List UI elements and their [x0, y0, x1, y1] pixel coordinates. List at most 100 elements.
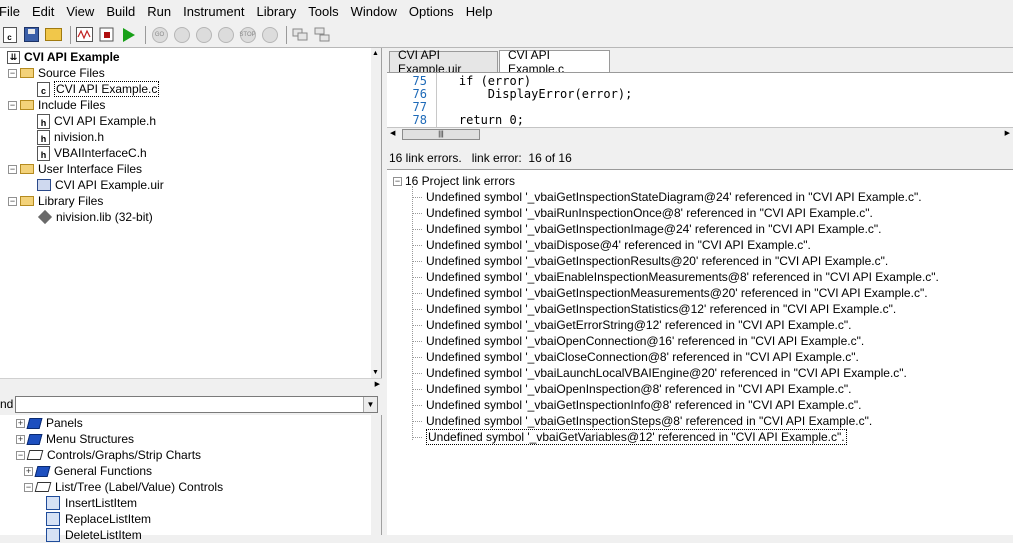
menu-instrument[interactable]: Instrument	[173, 4, 244, 19]
expand-icon[interactable]: +	[24, 466, 33, 476]
link-error-item[interactable]: Undefined symbol '_vbaiLaunchLocalVBAIEn…	[413, 365, 907, 381]
link-error-item[interactable]: Undefined symbol '_vbaiOpenInspection@8'…	[413, 381, 852, 397]
link-error-item[interactable]: Undefined symbol '_vbaiGetErrorString@12…	[413, 317, 851, 333]
library-tree-item[interactable]: − List/Tree (Label/Value) Controls	[24, 479, 223, 495]
collapse-icon[interactable]: −	[16, 450, 25, 460]
breakpoint-button[interactable]	[291, 25, 310, 44]
project-root[interactable]: ⇊ CVI API Example	[0, 49, 120, 65]
link-error-item[interactable]: Undefined symbol '_vbaiDispose@4' refere…	[413, 237, 811, 253]
project-vertical-scrollbar[interactable]: ▲ ▼	[371, 48, 381, 378]
new-c-file-button[interactable]: c	[0, 25, 19, 44]
tree-file-item[interactable]: CVI API Example.uir	[37, 177, 164, 193]
link-error-item[interactable]: Undefined symbol '_vbaiOpenConnection@16…	[413, 333, 864, 349]
menu-edit[interactable]: Edit	[22, 4, 54, 19]
project-horizontal-scrollbar[interactable]: ▶	[0, 378, 382, 389]
library-tree-item[interactable]: + Panels	[16, 415, 83, 431]
collapse-icon[interactable]: −	[8, 100, 17, 110]
tree-folder-include-files[interactable]: − Include Files	[8, 97, 105, 113]
tree-file-item[interactable]: h nivision.h	[37, 129, 104, 145]
scroll-right-icon[interactable]: ▶	[1005, 129, 1010, 137]
link-error-item[interactable]: Undefined symbol '_vbaiGetInspectionMeas…	[413, 285, 928, 301]
collapse-icon[interactable]: −	[8, 68, 17, 78]
menu-file[interactable]: File	[0, 4, 20, 19]
scroll-up-icon: ▲	[372, 50, 379, 57]
library-tree-item[interactable]: ReplaceListItem	[34, 511, 151, 527]
chevron-down-icon[interactable]: ▼	[363, 397, 377, 412]
menu-view[interactable]: View	[56, 4, 94, 19]
tile-button[interactable]	[313, 25, 332, 44]
tab-uir[interactable]: CVI API Example.uir	[389, 48, 498, 76]
tree-file-item[interactable]: h VBAIInterfaceC.h	[37, 145, 147, 161]
tree-connector	[413, 260, 422, 262]
tile-icon	[314, 27, 330, 42]
tree-file-item[interactable]: c CVI API Example.c	[37, 81, 160, 97]
link-error-item[interactable]: Undefined symbol '_vbaiGetVariables@12' …	[413, 429, 847, 445]
tree-folder-library-files[interactable]: − Library Files	[8, 193, 103, 209]
step-out-icon	[217, 26, 234, 43]
folder-icon	[20, 68, 34, 78]
save-button[interactable]	[22, 25, 41, 44]
step-into-button[interactable]	[172, 25, 191, 44]
link-error-text: Undefined symbol '_vbaiGetInspectionStat…	[426, 302, 897, 316]
collapse-icon[interactable]: −	[393, 176, 402, 186]
tree-file-item[interactable]: h CVI API Example.h	[37, 113, 156, 129]
go-button[interactable]: GO	[150, 25, 169, 44]
tree-connector	[413, 388, 422, 390]
menu-build[interactable]: Build	[96, 4, 135, 19]
code-horizontal-scrollbar[interactable]: ◀ ||| ▶	[387, 127, 1013, 141]
library-tree-item[interactable]: + General Functions	[24, 463, 152, 479]
build-status-bar: 16 link errors. link error: 16 of 16	[387, 147, 1013, 169]
library-vertical-scrollbar[interactable]	[371, 415, 381, 535]
tree-folder-source-files[interactable]: − Source Files	[8, 65, 105, 81]
library-item-label: InsertListItem	[65, 496, 138, 510]
open-button[interactable]	[44, 25, 63, 44]
link-error-text: Undefined symbol '_vbaiOpenInspection@8'…	[426, 382, 852, 396]
tree-connector	[413, 356, 422, 358]
step-out-button[interactable]	[216, 25, 235, 44]
step-button[interactable]	[260, 25, 279, 44]
link-error-item[interactable]: Undefined symbol '_vbaiGetInspectionResu…	[413, 253, 888, 269]
code-editor[interactable]: 75 if (error) 76 DisplayError(error); 77…	[387, 72, 1013, 127]
tree-folder-ui-files[interactable]: − User Interface Files	[8, 161, 142, 177]
link-error-item[interactable]: Undefined symbol '_vbaiGetInspectionStat…	[413, 189, 922, 205]
link-error-item[interactable]: Undefined symbol '_vbaiRunInspectionOnce…	[413, 205, 873, 221]
library-tree-item[interactable]: DeleteListItem	[34, 527, 142, 543]
stop-button[interactable]: STOP	[238, 25, 257, 44]
scroll-thumb[interactable]: |||	[402, 129, 480, 140]
link-error-item[interactable]: Undefined symbol '_vbaiGetInspectionStat…	[413, 301, 896, 317]
menu-tools[interactable]: Tools	[298, 4, 338, 19]
tab-c-file[interactable]: CVI API Example.c	[499, 48, 610, 76]
waveform-button[interactable]	[75, 25, 94, 44]
h-file-icon: h	[37, 129, 50, 145]
link-error-item[interactable]: Undefined symbol '_vbaiGetInspectionStep…	[413, 413, 872, 429]
menu-help[interactable]: Help	[456, 4, 493, 19]
link-error-text: Undefined symbol '_vbaiGetInspectionStat…	[426, 190, 922, 204]
find-input[interactable]: ▼	[15, 396, 378, 413]
link-error-item[interactable]: Undefined symbol '_vbaiGetInspectionImag…	[413, 221, 882, 237]
file-label: nivision.h	[54, 130, 105, 144]
stop-run-icon	[99, 27, 114, 42]
menu-run[interactable]: Run	[137, 4, 171, 19]
stop-run-button[interactable]	[97, 25, 116, 44]
scroll-left-icon[interactable]: ◀	[390, 129, 395, 137]
menu-window[interactable]: Window	[341, 4, 397, 19]
run-button[interactable]	[119, 25, 138, 44]
library-tree-item[interactable]: + Menu Structures	[16, 431, 134, 447]
expand-icon[interactable]: +	[16, 434, 25, 444]
library-tree-item[interactable]: InsertListItem	[34, 495, 137, 511]
tree-file-item[interactable]: nivision.lib (32-bit)	[37, 209, 153, 225]
link-error-item[interactable]: Undefined symbol '_vbaiEnableInspectionM…	[413, 269, 939, 285]
step-over-button[interactable]	[194, 25, 213, 44]
menu-options[interactable]: Options	[399, 4, 454, 19]
collapse-icon[interactable]: −	[8, 196, 17, 206]
library-tree-item[interactable]: − Controls/Graphs/Strip Charts	[16, 447, 201, 463]
expand-icon[interactable]: +	[16, 418, 25, 428]
link-error-item[interactable]: Undefined symbol '_vbaiGetInspectionInfo…	[413, 397, 862, 413]
tree-connector	[413, 340, 422, 342]
tree-connector	[413, 420, 422, 422]
collapse-icon[interactable]: −	[8, 164, 17, 174]
collapse-icon[interactable]: −	[24, 482, 33, 492]
c-file-icon: c	[37, 81, 50, 97]
link-error-item[interactable]: Undefined symbol '_vbaiCloseConnection@8…	[413, 349, 859, 365]
menu-library[interactable]: Library	[247, 4, 297, 19]
